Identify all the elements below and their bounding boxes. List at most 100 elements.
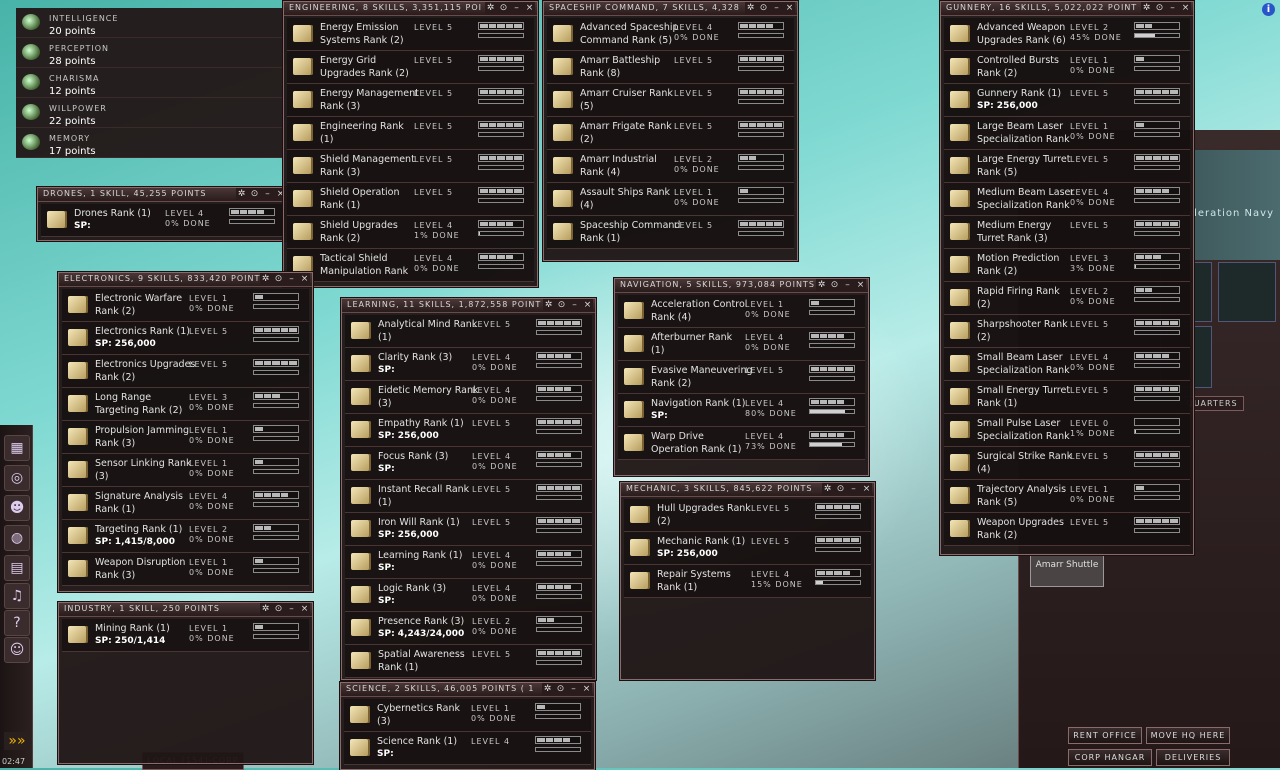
- skill-row[interactable]: Energy Emission Systems Rank (2)LEVEL 5: [287, 18, 534, 51]
- move-hq-button[interactable]: MOVE HQ HERE: [1146, 727, 1230, 744]
- skill-window-gunnery[interactable]: GUNNERY, 16 SKILLS, 5,022,022 POINT✲⊙–×A…: [940, 1, 1194, 555]
- minimize-icon[interactable]: –: [848, 483, 859, 495]
- window-header[interactable]: NAVIGATION, 5 SKILLS, 973,084 POINTS✲⊙–×: [615, 279, 868, 293]
- skill-row[interactable]: Amarr Frigate Rank (2)LEVEL 5: [547, 117, 794, 150]
- skill-row[interactable]: Shield Operation Rank (1)LEVEL 5: [287, 183, 534, 216]
- skill-row[interactable]: Acceleration Control Rank (4)LEVEL 10% D…: [618, 295, 865, 328]
- settings-icon[interactable]: ✲: [236, 188, 247, 200]
- skill-row[interactable]: Weapon Upgrades Rank (2)LEVEL 5: [944, 513, 1190, 546]
- skill-row[interactable]: Warp Drive Operation Rank (1)LEVEL 473% …: [618, 427, 865, 460]
- skill-row[interactable]: Drones Rank (1)SP:LEVEL 40% DONE: [41, 204, 285, 237]
- deliveries-button[interactable]: DELIVERIES: [1156, 749, 1230, 766]
- close-icon[interactable]: ×: [582, 299, 593, 311]
- lifebuoy-icon[interactable]: ◎: [4, 465, 30, 491]
- close-icon[interactable]: ×: [524, 2, 535, 14]
- skill-row[interactable]: Sharpshooter Rank (2)LEVEL 5: [944, 315, 1190, 348]
- pin-icon[interactable]: ⊙: [498, 2, 509, 14]
- pin-icon[interactable]: ⊙: [555, 683, 566, 695]
- skill-row[interactable]: Iron Will Rank (1)SP: 256,000LEVEL 5: [345, 513, 592, 546]
- corp-logo-icon[interactable]: [1218, 262, 1276, 322]
- skill-row[interactable]: Evasive Maneuvering Rank (2)LEVEL 5: [618, 361, 865, 394]
- settings-icon[interactable]: ✲: [816, 279, 827, 291]
- pin-icon[interactable]: ⊙: [835, 483, 846, 495]
- skill-row[interactable]: Small Pulse Laser Specialization RankLEV…: [944, 414, 1190, 447]
- settings-icon[interactable]: ✲: [485, 2, 496, 14]
- close-icon[interactable]: ×: [784, 2, 795, 14]
- people-icon[interactable]: ☻: [4, 495, 30, 521]
- close-icon[interactable]: ×: [855, 279, 866, 291]
- minimize-icon[interactable]: –: [286, 273, 297, 285]
- pin-icon[interactable]: ⊙: [556, 299, 567, 311]
- skill-row[interactable]: Large Energy Turret Rank (5)LEVEL 5: [944, 150, 1190, 183]
- skill-window-navigation[interactable]: NAVIGATION, 5 SKILLS, 973,084 POINTS✲⊙–×…: [614, 278, 869, 476]
- skill-row[interactable]: Trajectory Analysis Rank (5)LEVEL 10% DO…: [944, 480, 1190, 513]
- close-icon[interactable]: ×: [581, 683, 592, 695]
- skill-row[interactable]: Mechanic Rank (1)SP: 256,000LEVEL 5: [624, 532, 871, 565]
- ship-hangar-item[interactable]: Amarr Shuttle: [1030, 553, 1104, 587]
- minimize-icon[interactable]: –: [569, 299, 580, 311]
- skill-row[interactable]: Energy Management Rank (3)LEVEL 5: [287, 84, 534, 117]
- skill-window-drones[interactable]: DRONES, 1 SKILL, 45,255 POINTS✲⊙–×Drones…: [37, 187, 289, 241]
- settings-icon[interactable]: ✲: [822, 483, 833, 495]
- skill-row[interactable]: Learning Rank (1)SP:LEVEL 40% DONE: [345, 546, 592, 579]
- skill-row[interactable]: Surgical Strike Rank (4)LEVEL 5: [944, 447, 1190, 480]
- skill-row[interactable]: Motion Prediction Rank (2)LEVEL 33% DONE: [944, 249, 1190, 282]
- skill-window-engineering[interactable]: ENGINEERING, 8 SKILLS, 3,351,115 POI✲⊙–×…: [283, 1, 538, 287]
- window-header[interactable]: SPACESHIP COMMAND, 7 SKILLS, 4,328✲⊙–×: [544, 2, 797, 16]
- settings-icon[interactable]: ✲: [260, 273, 271, 285]
- skill-row[interactable]: Science Rank (1)SP:LEVEL 4: [344, 732, 591, 765]
- skill-row[interactable]: Engineering Rank (1)LEVEL 5: [287, 117, 534, 150]
- skill-row[interactable]: Tactical Shield Manipulation RankLEVEL 4…: [287, 249, 534, 282]
- pin-icon[interactable]: ⊙: [829, 279, 840, 291]
- skill-window-industry[interactable]: INDUSTRY, 1 SKILL, 250 POINTS✲⊙–×Mining …: [58, 602, 313, 764]
- skill-row[interactable]: Weapon Disruption Rank (3)LEVEL 10% DONE: [62, 553, 309, 586]
- settings-icon[interactable]: ✲: [745, 2, 756, 14]
- skill-row[interactable]: Clarity Rank (3)SP:LEVEL 40% DONE: [345, 348, 592, 381]
- close-icon[interactable]: ×: [861, 483, 872, 495]
- globe-icon[interactable]: ◍: [4, 525, 30, 551]
- skill-window-mechanic[interactable]: MECHANIC, 3 SKILLS, 845,622 POINTS✲⊙–×Hu…: [620, 482, 875, 680]
- skill-row[interactable]: Electronic Warfare Rank (2)LEVEL 10% DON…: [62, 289, 309, 322]
- skill-row[interactable]: Eidetic Memory Rank (3)LEVEL 40% DONE: [345, 381, 592, 414]
- skill-row[interactable]: Amarr Cruiser Rank (5)LEVEL 5: [547, 84, 794, 117]
- close-icon[interactable]: ×: [299, 273, 310, 285]
- skill-row[interactable]: Instant Recall Rank (1)LEVEL 5: [345, 480, 592, 513]
- skill-row[interactable]: Spaceship Command Rank (1)LEVEL 5: [547, 216, 794, 249]
- skill-row[interactable]: Small Beam Laser Specialization RankLEVE…: [944, 348, 1190, 381]
- skill-row[interactable]: Shield Upgrades Rank (2)LEVEL 41% DONE: [287, 216, 534, 249]
- pin-icon[interactable]: ⊙: [1154, 2, 1165, 14]
- skill-row[interactable]: Large Beam Laser Specialization RankLEVE…: [944, 117, 1190, 150]
- skill-row[interactable]: Empathy Rank (1)SP: 256,000LEVEL 5: [345, 414, 592, 447]
- minimize-icon[interactable]: –: [771, 2, 782, 14]
- window-header[interactable]: ELECTRONICS, 9 SKILLS, 833,420 POINT✲⊙–×: [59, 273, 312, 287]
- settings-icon[interactable]: ✲: [1141, 2, 1152, 14]
- skill-row[interactable]: Electronics Rank (1)SP: 256,000LEVEL 5: [62, 322, 309, 355]
- skill-window-spaceship-command[interactable]: SPACESHIP COMMAND, 7 SKILLS, 4,328✲⊙–×Ad…: [543, 1, 798, 261]
- skill-row[interactable]: Amarr Battleship Rank (8)LEVEL 5: [547, 51, 794, 84]
- skill-row[interactable]: Afterburner Rank (1)LEVEL 40% DONE: [618, 328, 865, 361]
- skill-window-science[interactable]: SCIENCE, 2 SKILLS, 46,005 POINTS ( 1✲⊙–×…: [340, 682, 595, 770]
- skill-row[interactable]: Focus Rank (3)SP:LEVEL 40% DONE: [345, 447, 592, 480]
- info-icon[interactable]: i: [1262, 3, 1275, 16]
- character-portrait-icon[interactable]: ☺: [4, 637, 30, 663]
- minimize-icon[interactable]: –: [842, 279, 853, 291]
- pin-icon[interactable]: ⊙: [249, 188, 260, 200]
- book-icon[interactable]: ▤: [4, 555, 30, 581]
- skill-window-learning[interactable]: LEARNING, 11 SKILLS, 1,872,558 POINT✲⊙–×…: [341, 298, 596, 680]
- skill-row[interactable]: Amarr Industrial Rank (4)LEVEL 20% DONE: [547, 150, 794, 183]
- minimize-icon[interactable]: –: [1167, 2, 1178, 14]
- pin-icon[interactable]: ⊙: [273, 603, 284, 615]
- skill-row[interactable]: Signature Analysis Rank (1)LEVEL 40% DON…: [62, 487, 309, 520]
- window-header[interactable]: ENGINEERING, 8 SKILLS, 3,351,115 POI✲⊙–×: [284, 2, 537, 16]
- minimize-icon[interactable]: –: [262, 188, 273, 200]
- skill-row[interactable]: Logic Rank (3)SP:LEVEL 40% DONE: [345, 579, 592, 612]
- skill-row[interactable]: Assault Ships Rank (4)LEVEL 10% DONE: [547, 183, 794, 216]
- corp-hangar-button[interactable]: CORP HANGAR: [1068, 749, 1152, 766]
- skill-row[interactable]: Medium Beam Laser Specialization RankLEV…: [944, 183, 1190, 216]
- skill-row[interactable]: Analytical Mind Rank (1)LEVEL 5: [345, 315, 592, 348]
- skill-row[interactable]: Gunnery Rank (1)SP: 256,000LEVEL 5: [944, 84, 1190, 117]
- close-icon[interactable]: ×: [299, 603, 310, 615]
- minimize-icon[interactable]: –: [568, 683, 579, 695]
- skill-row[interactable]: Cybernetics Rank (3)LEVEL 10% DONE: [344, 699, 591, 732]
- skill-row[interactable]: Mining Rank (1)SP: 250/1,414LEVEL 10% DO…: [62, 619, 309, 652]
